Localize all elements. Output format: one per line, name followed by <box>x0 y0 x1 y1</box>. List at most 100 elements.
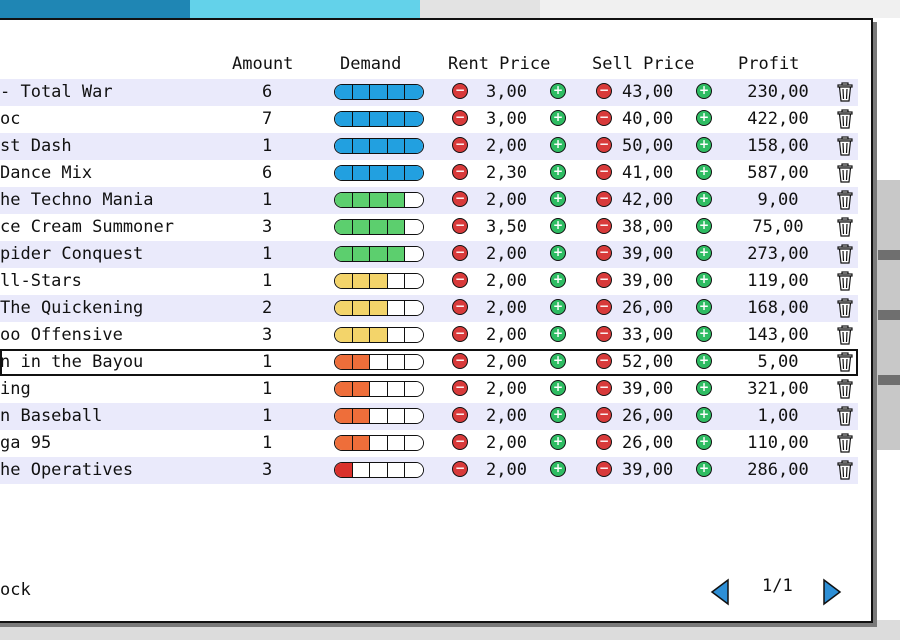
table-row[interactable]: ll-Stars 1−2,00 + −39,00 +119,00 <box>0 268 858 295</box>
table-row[interactable]: n in the Bayou 1−2,00 + −52,00 +5,00 <box>0 349 858 376</box>
sell-increase-button[interactable]: + <box>696 461 712 477</box>
rent-increase-button[interactable]: + <box>550 218 566 234</box>
table-row[interactable]: n Baseball 1−2,00 + −26,00 +1,00 <box>0 403 858 430</box>
arrow-right-icon[interactable] <box>822 578 842 606</box>
sell-increase-button[interactable]: + <box>696 83 712 99</box>
sell-decrease-button[interactable]: − <box>596 380 612 396</box>
rent-increase-button[interactable]: + <box>550 110 566 126</box>
rent-increase-button[interactable]: + <box>550 272 566 288</box>
sell-decrease-button[interactable]: − <box>596 83 612 99</box>
trash-icon[interactable] <box>836 298 854 318</box>
sell-decrease-button[interactable]: − <box>596 407 612 423</box>
sell-increase-button[interactable]: + <box>696 191 712 207</box>
rent-increase-button[interactable]: + <box>550 164 566 180</box>
trash-icon[interactable] <box>836 352 854 372</box>
trash-icon[interactable] <box>836 244 854 264</box>
sell-increase-button[interactable]: + <box>696 272 712 288</box>
sell-decrease-button[interactable]: − <box>596 191 612 207</box>
sell-increase-button[interactable]: + <box>696 380 712 396</box>
sell-decrease-button[interactable]: − <box>596 245 612 261</box>
table-row[interactable]: Dance Mix 6−2,30 + −41,00 +587,00 <box>0 160 858 187</box>
rent-decrease-button[interactable]: − <box>452 137 468 153</box>
rent-decrease-button[interactable]: − <box>452 461 468 477</box>
rent-decrease-button[interactable]: − <box>452 380 468 396</box>
sell-increase-button[interactable]: + <box>696 353 712 369</box>
rent-increase-button[interactable]: + <box>550 434 566 450</box>
sell-increase-button[interactable]: + <box>696 164 712 180</box>
sell-increase-button[interactable]: + <box>696 407 712 423</box>
trash-icon[interactable] <box>836 190 854 210</box>
sell-increase-button[interactable]: + <box>696 110 712 126</box>
rent-increase-button[interactable]: + <box>550 245 566 261</box>
background-scene <box>0 620 900 640</box>
arrow-left-icon[interactable] <box>710 578 730 606</box>
sell-decrease-button[interactable]: − <box>596 218 612 234</box>
sell-decrease-button[interactable]: − <box>596 299 612 315</box>
trash-icon[interactable] <box>836 109 854 129</box>
rent-increase-button[interactable]: + <box>550 137 566 153</box>
demand-segment <box>352 139 371 153</box>
rent-decrease-button[interactable]: − <box>452 83 468 99</box>
rent-decrease-button[interactable]: − <box>452 245 468 261</box>
table-row[interactable]: ga 95 1−2,00 + −26,00 +110,00 <box>0 430 858 457</box>
sell-decrease-button[interactable]: − <box>596 272 612 288</box>
sell-decrease-button[interactable]: − <box>596 434 612 450</box>
table-row[interactable]: st Dash 1−2,00 + −50,00 +158,00 <box>0 133 858 160</box>
rent-increase-button[interactable]: + <box>550 191 566 207</box>
trash-icon[interactable] <box>836 136 854 156</box>
rent-decrease-button[interactable]: − <box>452 110 468 126</box>
rent-increase-button[interactable]: + <box>550 380 566 396</box>
trash-icon[interactable] <box>836 406 854 426</box>
sell-decrease-button[interactable]: − <box>596 137 612 153</box>
rent-decrease-button[interactable]: − <box>452 299 468 315</box>
trash-icon[interactable] <box>836 271 854 291</box>
sell-increase-button[interactable]: + <box>696 137 712 153</box>
rent-decrease-button[interactable]: − <box>452 434 468 450</box>
table-row[interactable]: oc 7−3,00 + −40,00 +422,00 <box>0 106 858 133</box>
sell-decrease-button[interactable]: − <box>596 164 612 180</box>
table-row[interactable]: pider Conquest 1−2,00 + −39,00 +273,00 <box>0 241 858 268</box>
demand-segment <box>370 436 388 450</box>
sell-decrease-button[interactable]: − <box>596 326 612 342</box>
trash-icon[interactable] <box>836 379 854 399</box>
trash-icon[interactable] <box>836 325 854 345</box>
rent-increase-button[interactable]: + <box>550 407 566 423</box>
rent-increase-button[interactable]: + <box>550 83 566 99</box>
sell-increase-button[interactable]: + <box>696 326 712 342</box>
table-row[interactable]: oo Offensive 3−2,00 + −33,00 +143,00 <box>0 322 858 349</box>
sell-decrease-button[interactable]: − <box>596 353 612 369</box>
demand-segment <box>405 463 423 477</box>
sell-decrease-button[interactable]: − <box>596 461 612 477</box>
sell-increase-button[interactable]: + <box>696 434 712 450</box>
table-row[interactable]: ing 1−2,00 + −39,00 +321,00 <box>0 376 858 403</box>
rent-price-value: 2,00 <box>486 136 527 156</box>
trash-icon[interactable] <box>836 433 854 453</box>
rent-increase-button[interactable]: + <box>550 353 566 369</box>
rent-decrease-button[interactable]: − <box>452 407 468 423</box>
trash-icon[interactable] <box>836 217 854 237</box>
sell-decrease-button[interactable]: − <box>596 110 612 126</box>
trash-icon[interactable] <box>836 82 854 102</box>
trash-icon[interactable] <box>836 163 854 183</box>
sell-increase-button[interactable]: + <box>696 245 712 261</box>
table-row[interactable]: ce Cream Summoner 3−3,50 + −38,00 +75,00 <box>0 214 858 241</box>
rent-decrease-button[interactable]: − <box>452 326 468 342</box>
table-row[interactable]: he Operatives 3−2,00 + −39,00 +286,00 <box>0 457 858 484</box>
back-button[interactable]: ock <box>0 580 31 600</box>
trash-icon[interactable] <box>836 460 854 480</box>
rent-increase-button[interactable]: + <box>550 299 566 315</box>
table-row[interactable]: he Techno Mania 1−2,00 + −42,00 +9,00 <box>0 187 858 214</box>
sell-increase-button[interactable]: + <box>696 218 712 234</box>
table-row[interactable]: The Quickening 2−2,00 + −26,00 +168,00 <box>0 295 858 322</box>
rent-decrease-button[interactable]: − <box>452 218 468 234</box>
table-row[interactable]: - Total War 6−3,00 + −43,00 +230,00 <box>0 79 858 106</box>
rent-decrease-button[interactable]: − <box>452 353 468 369</box>
sell-increase-button[interactable]: + <box>696 299 712 315</box>
rent-decrease-button[interactable]: − <box>452 191 468 207</box>
demand-segment <box>405 193 423 207</box>
rent-increase-button[interactable]: + <box>550 461 566 477</box>
rent-increase-button[interactable]: + <box>550 326 566 342</box>
rent-decrease-button[interactable]: − <box>452 164 468 180</box>
rent-decrease-button[interactable]: − <box>452 272 468 288</box>
game-title: n Baseball <box>0 406 103 426</box>
